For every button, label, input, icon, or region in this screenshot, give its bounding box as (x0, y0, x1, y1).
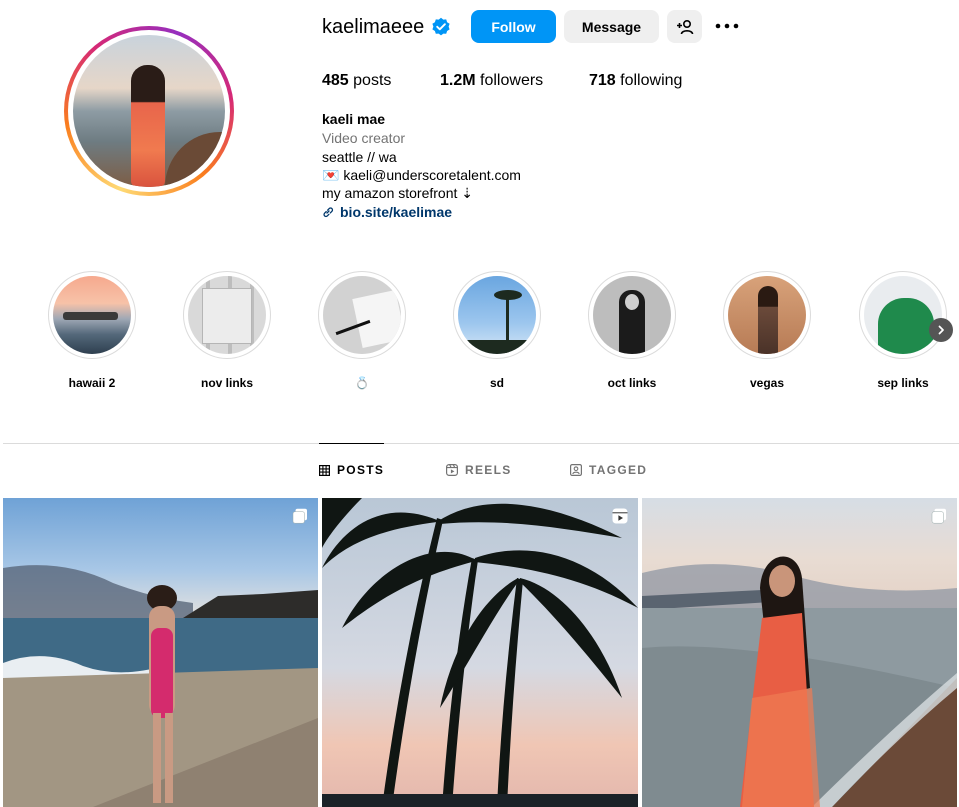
highlight-label: hawaii 2 (68, 376, 116, 390)
highlight-cover (458, 276, 536, 354)
message-button[interactable]: Message (564, 10, 659, 43)
bio-link[interactable]: bio.site/kaelimae (322, 203, 452, 221)
add-person-icon (676, 19, 693, 34)
carousel-icon (292, 508, 307, 524)
tab-posts[interactable]: POSTS (319, 463, 384, 477)
tagged-icon (570, 464, 582, 476)
highlights-next-button[interactable] (929, 318, 953, 342)
link-icon (323, 207, 334, 218)
tab-reels[interactable]: REELS (446, 463, 512, 477)
avatar-border (68, 30, 230, 192)
profile-avatar[interactable] (64, 26, 234, 196)
posts-count-value: 485 (322, 72, 349, 89)
post-image (3, 498, 318, 807)
highlight-vegas[interactable]: vegas (722, 271, 812, 391)
highlight-label: 💍 (354, 376, 370, 390)
bio-location: seattle // wa (322, 149, 397, 165)
active-tab-indicator (319, 443, 384, 444)
highlight-cover (728, 276, 806, 354)
reels-icon (446, 464, 458, 476)
highlight-label: oct links (607, 376, 657, 390)
verified-badge-icon (432, 17, 450, 36)
highlight-ring (859, 271, 947, 359)
follow-button[interactable]: Follow (471, 10, 556, 43)
avatar-sand (165, 132, 225, 187)
profile-username: kaelimaeee (322, 16, 425, 38)
highlight-sd[interactable]: sd (452, 271, 542, 391)
chevron-right-icon (938, 325, 944, 335)
tabs-divider (3, 443, 959, 444)
highlight-label: vegas (749, 376, 785, 390)
highlight-nov-links[interactable]: nov links (182, 271, 272, 391)
bio-category: Video creator (322, 130, 406, 146)
followers-count-label: followers (480, 72, 544, 89)
highlight-hawaii-2[interactable]: hawaii 2 (47, 271, 137, 391)
highlight-ring (453, 271, 541, 359)
highlight-ring (588, 271, 676, 359)
highlight-cover (188, 276, 266, 354)
avatar-image (73, 35, 225, 187)
bio-email-text: kaeli@underscoretalent.com (343, 167, 521, 183)
followers-count-value: 1.2M (440, 72, 476, 89)
bio-email: 💌 kaeli@underscoretalent.com (322, 166, 521, 184)
post-image (642, 498, 957, 807)
post-tile[interactable] (3, 498, 318, 807)
followers-count[interactable]: 1.2M followers (440, 71, 543, 91)
highlight-ring (48, 271, 136, 359)
bio-storefront: my amazon storefront ⇣ (322, 185, 474, 201)
highlight-label: sd (489, 376, 504, 390)
bio-full-name: kaeli mae (322, 111, 386, 127)
bio-link-text: bio.site/kaelimae (340, 204, 453, 220)
tab-label: TAGGED (589, 463, 648, 477)
post-tile[interactable] (642, 498, 957, 807)
post-image (322, 498, 638, 807)
more-options-button[interactable] (712, 15, 742, 37)
highlight-ring (318, 271, 406, 359)
tab-label: REELS (465, 463, 512, 477)
highlight-cover (864, 276, 942, 354)
tab-label: POSTS (337, 463, 385, 477)
highlight-cover (323, 276, 401, 354)
highlight-label: nov links (200, 376, 253, 390)
carousel-icon (931, 508, 946, 524)
following-count[interactable]: 718 following (589, 71, 682, 91)
reel-icon (612, 508, 628, 524)
following-count-label: following (620, 72, 683, 89)
suggest-similar-button[interactable] (667, 10, 702, 43)
highlight-label: sep links (877, 376, 929, 390)
highlight-ring (723, 271, 811, 359)
more-horizontal-icon (715, 23, 739, 29)
love-letter-emoji: 💌 (322, 167, 340, 183)
following-count-value: 718 (589, 72, 616, 89)
posts-count-label: posts (353, 72, 392, 89)
tab-tagged[interactable]: TAGGED (570, 463, 647, 477)
avatar-figure (131, 65, 165, 187)
highlight-cover (53, 276, 131, 354)
posts-count: 485 posts (322, 71, 391, 91)
highlight-ring (183, 271, 271, 359)
highlight-ring-emoji[interactable]: 💍 (317, 271, 407, 391)
grid-icon (319, 464, 330, 476)
highlight-cover (593, 276, 671, 354)
highlight-oct-links[interactable]: oct links (587, 271, 677, 391)
post-tile[interactable] (322, 498, 638, 807)
